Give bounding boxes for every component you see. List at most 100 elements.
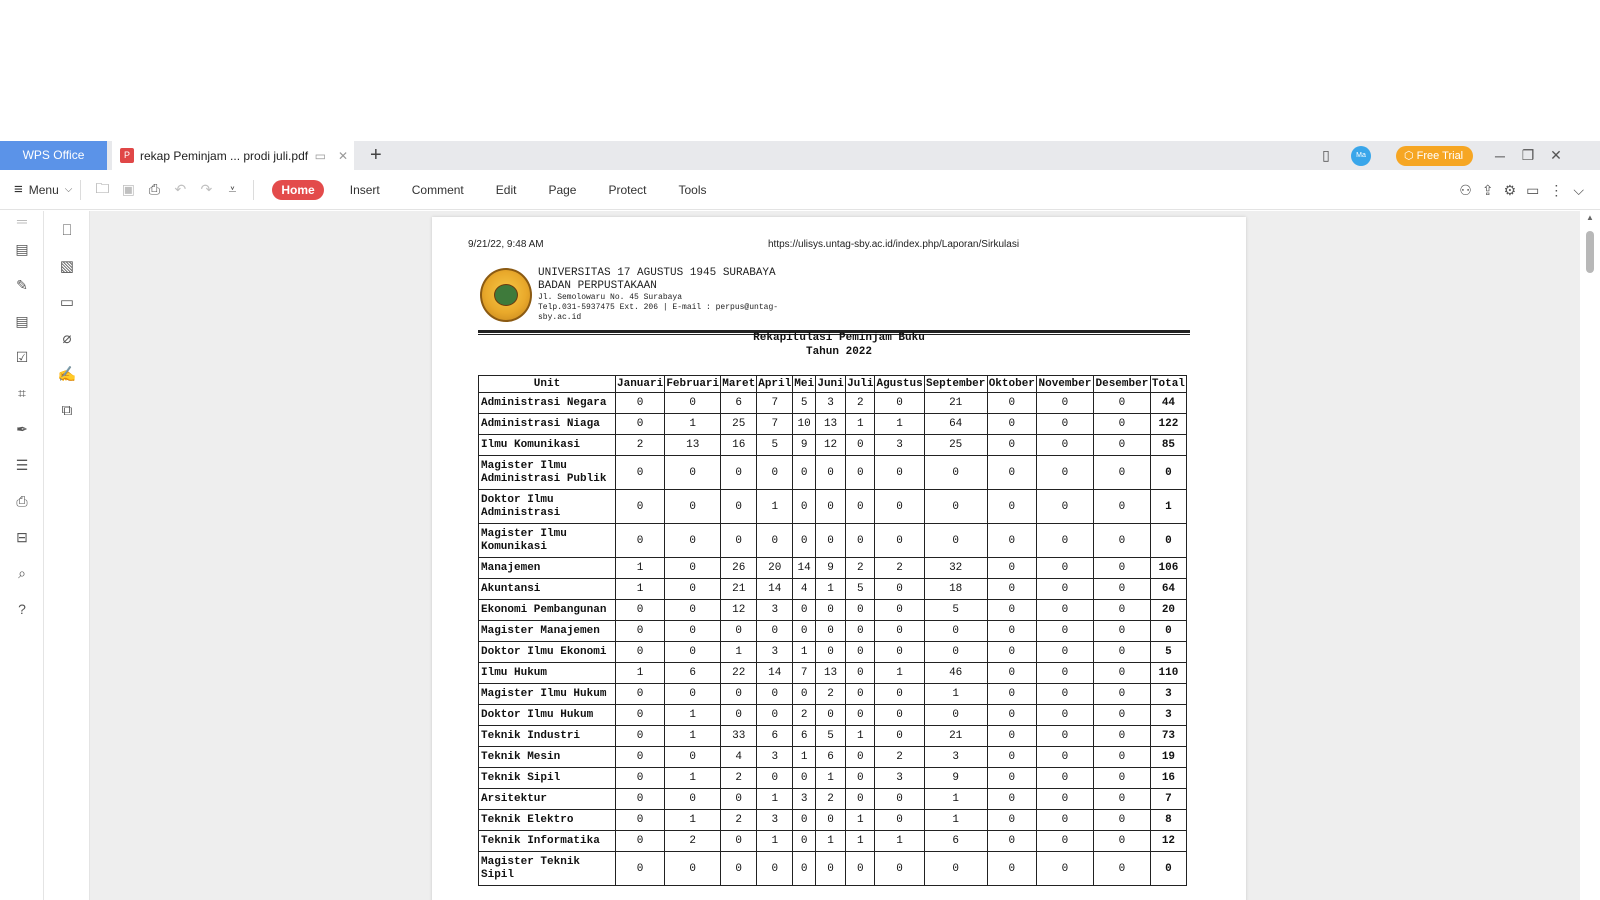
table-row: Magister Teknik Sipil 0 0 0 0 0 0 0 0 0 0 0 0 0 [478,851,1187,886]
value-cell: 0 [815,851,847,886]
tab-page[interactable]: Page [548,183,576,197]
value-cell: 0 [1035,683,1094,705]
table-row: Magister Manajemen 0 0 0 0 0 0 0 0 0 0 0 0 0 [478,620,1187,642]
close-window-button[interactable]: ✕ [1542,147,1570,164]
value-cell: 0 [1035,704,1094,726]
free-trial-button[interactable]: ⬡ Free Trial [1396,145,1474,166]
restore-button[interactable]: ❐ [1514,147,1542,164]
screen-icon[interactable]: ▭ [315,149,326,163]
compare-icon[interactable]: ⧉ [44,393,90,429]
redo-icon[interactable]: ↷ [195,181,217,198]
value-cell: 25 [720,413,758,435]
scroll-up-icon[interactable]: ▲ [1586,213,1594,222]
value-cell: 1 [874,662,925,684]
avatar[interactable]: Ma [1351,145,1371,166]
print-icon[interactable]: ⎙ [0,483,44,519]
search-icon[interactable]: ⌕ [0,555,44,591]
total-cell: 3 [1149,683,1187,705]
value-cell: 0 [874,641,925,663]
menu-button[interactable]: ≡ Menu ⌵ [14,181,72,198]
tab-tools[interactable]: Tools [679,183,707,197]
unit-cell: Ilmu Hukum [478,662,616,684]
value-cell: 16 [720,434,758,456]
value-cell: 1 [664,704,722,726]
signature-icon[interactable]: ✍ [44,357,90,393]
value-cell: 0 [1092,392,1151,414]
value-cell: 0 [986,683,1037,705]
unit-cell: Manajemen [478,557,616,579]
attachment-icon[interactable]: ⌀ [44,321,90,357]
column-header: Juli [845,375,876,393]
value-cell: 0 [664,746,722,768]
save-icon[interactable]: ▣ [117,181,139,198]
value-cell: 13 [664,434,722,456]
total-cell: 19 [1149,746,1187,768]
value-cell: 0 [845,599,876,621]
value-cell: 3 [874,767,925,789]
value-cell: 3 [874,434,925,456]
tab-edit[interactable]: Edit [496,183,517,197]
bookmark-icon[interactable]: ⎕ [44,213,90,249]
letterhead-unit: BADAN PERPUSTAKAAN [538,280,657,292]
comment-icon[interactable]: ▭ [44,285,90,321]
form-icon[interactable]: ☑ [0,339,44,375]
minimize-button[interactable]: ─ [1486,148,1514,164]
tab-comment[interactable]: Comment [412,183,464,197]
total-cell: 0 [1149,523,1187,558]
share-icon[interactable]: ⇪ [1482,182,1494,199]
value-cell: 0 [986,851,1037,886]
ocr-icon[interactable]: ⌗ [0,375,44,411]
pdf-to-word-icon[interactable]: ▤ [0,231,44,267]
comment-icon[interactable]: ▭ [1526,182,1539,199]
value-cell: 10 [792,413,817,435]
document-canvas[interactable]: 9/21/22, 9:48 AM https://ulisys.untag-sb… [90,211,1580,900]
more-dropdown-icon[interactable]: ⩡ [221,181,243,198]
value-cell: 0 [845,455,876,490]
gear-icon[interactable]: ⚙ [1504,182,1517,199]
new-tab-button[interactable]: + [370,143,382,167]
print-icon[interactable]: ⎙ [143,181,165,198]
chevron-down-icon[interactable]: ⌵ [1573,182,1584,199]
document-icon[interactable]: ▤ [0,303,44,339]
translate-icon[interactable]: ⊟ [0,519,44,555]
vertical-scrollbar[interactable]: ▲ [1580,211,1600,900]
value-cell: 1 [664,725,722,747]
value-cell: 0 [815,599,847,621]
edit-pdf-icon[interactable]: ✎ [0,267,44,303]
outline-icon[interactable]: ☰ [0,447,44,483]
value-cell: 0 [720,523,758,558]
value-cell: 0 [1092,746,1151,768]
column-header: Februari [664,375,722,393]
add-user-icon[interactable]: ⚇ [1459,182,1472,199]
value-cell: 0 [815,620,847,642]
unit-cell: Akuntansi [478,578,616,600]
value-cell: 4 [792,578,817,600]
value-cell: 0 [614,851,666,886]
table-row: Manajemen 1 0 26 20 14 9 2 2 32 0 0 0 106 [478,557,1187,579]
value-cell: 0 [1035,413,1094,435]
letterhead-address: Jl. Semolowaru No. 45 Surabaya [538,293,683,302]
print-url: https://ulisys.untag-sby.ac.id/index.php… [768,239,1020,250]
column-header: Total [1149,375,1187,393]
tab-wps-office[interactable]: WPS Office [0,141,107,170]
more-vertical-icon[interactable]: ⋮ [1549,182,1563,199]
value-cell: 0 [845,683,876,705]
undo-icon[interactable]: ↶ [169,181,191,198]
scrollbar-thumb[interactable] [1586,231,1594,273]
value-cell: 0 [923,489,988,524]
open-folder-icon[interactable]: 🗀 [91,178,113,202]
help-icon[interactable]: ? [0,591,44,627]
layout-icon[interactable]: ▯ [1312,147,1340,164]
value-cell: 1 [614,578,666,600]
thumbnail-image-icon[interactable]: ▧ [44,249,90,285]
tab-insert[interactable]: Insert [350,183,380,197]
value-cell: 0 [874,725,925,747]
tab-home[interactable]: Home [272,179,324,200]
tab-document[interactable]: P rekap Peminjam ... prodi juli.pdf ▭ ✕ [112,141,354,170]
value-cell: 4 [720,746,758,768]
sign-icon[interactable]: ✒ [0,411,44,447]
value-cell: 0 [1092,725,1151,747]
close-tab-icon[interactable]: ✕ [338,149,348,163]
value-cell: 0 [1092,788,1151,810]
tab-protect[interactable]: Protect [608,183,646,197]
